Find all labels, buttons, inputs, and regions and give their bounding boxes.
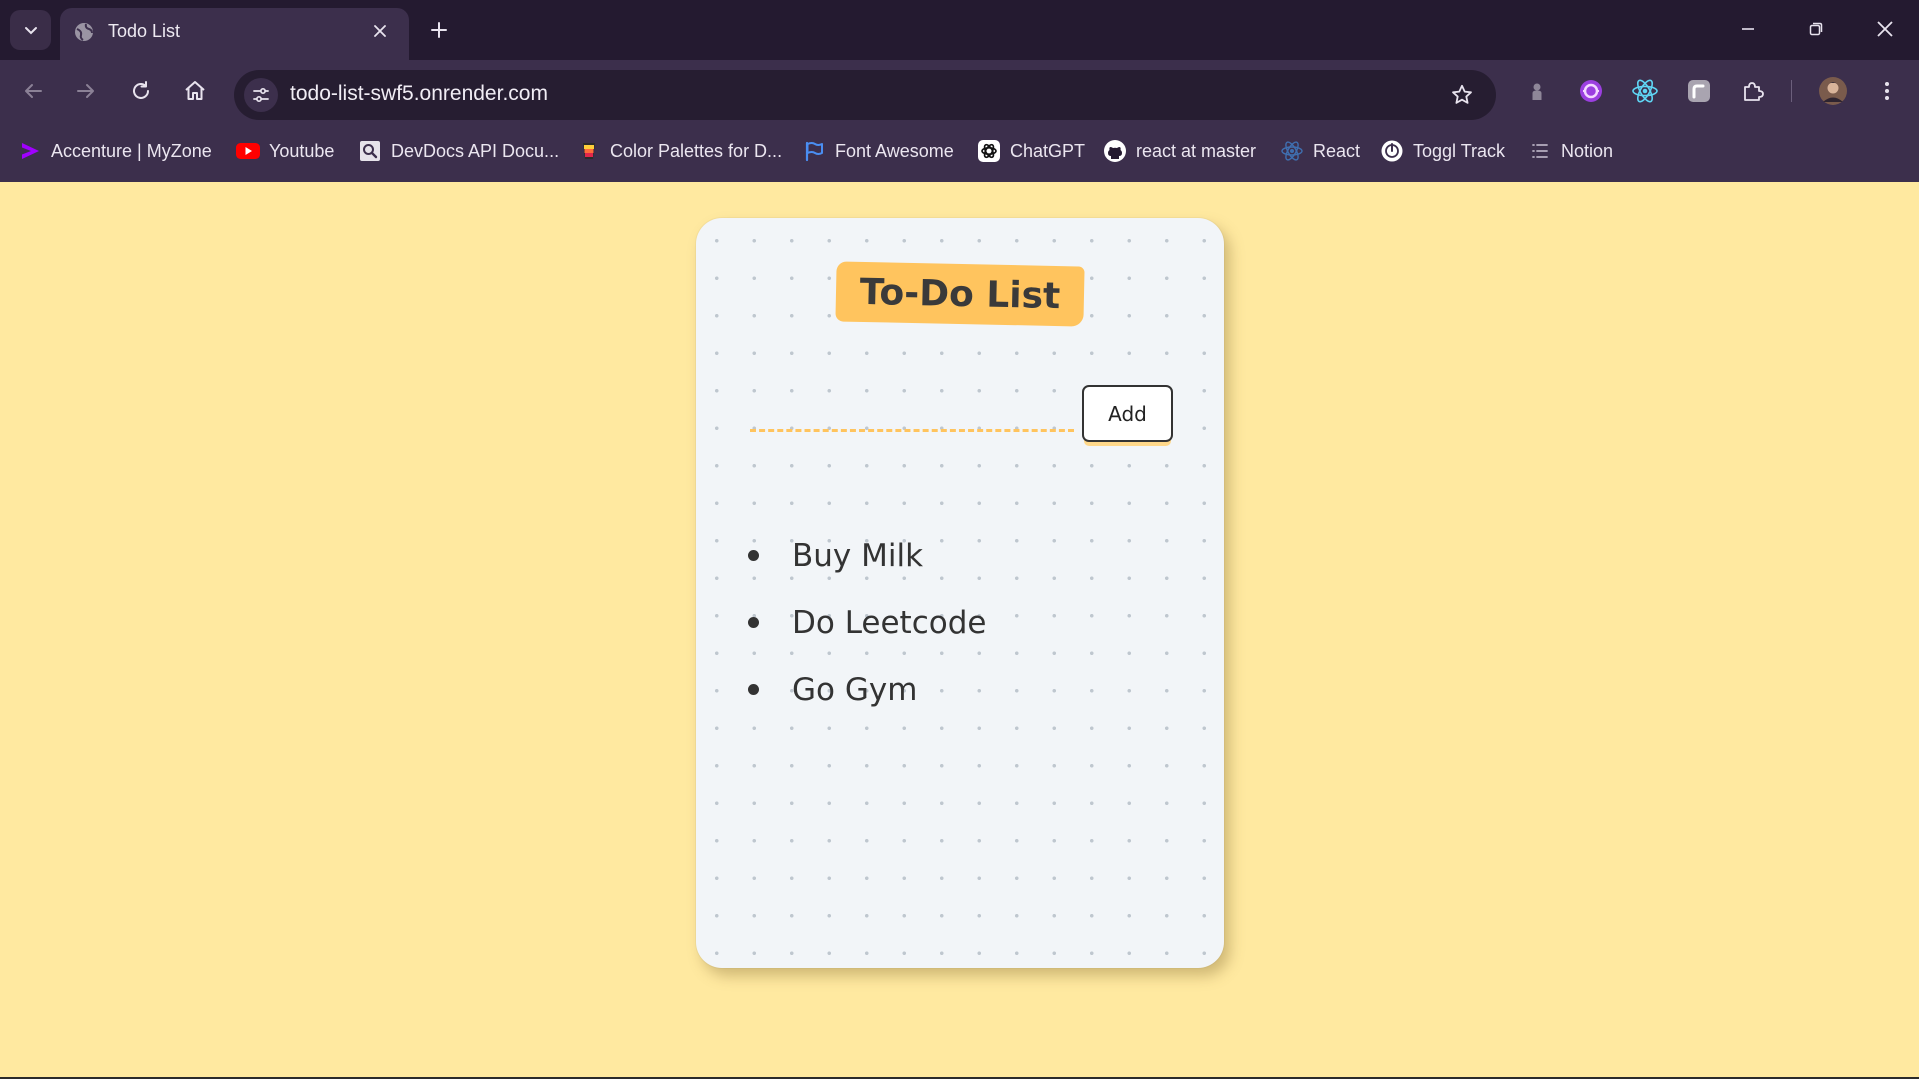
tab-close-button[interactable] [369,20,391,42]
minimize-icon [1742,28,1754,30]
toggl-icon [1380,139,1404,163]
close-icon [374,25,386,37]
bullet [748,684,759,695]
devdocs-icon [358,139,382,163]
tab-search-button[interactable] [10,10,51,50]
home-icon [185,81,205,100]
bookmark-color-palettes[interactable]: Color Palettes for D... [577,136,782,166]
page-title: To-Do List [859,271,1061,317]
bookmark-label: React [1313,140,1361,161]
bookmark-youtube[interactable]: Youtube [236,136,334,166]
minimize-button[interactable] [1733,14,1763,44]
new-tab-button[interactable] [425,16,453,44]
browser-tab-bar: Todo List [0,0,1919,60]
bookmark-label: Toggl Track [1413,140,1506,161]
bookmark-chatgpt[interactable]: ChatGPT [977,136,1085,166]
bookmark-star-button[interactable] [1448,81,1476,109]
kebab-menu-icon [1885,82,1889,100]
purple-extension-icon [1580,80,1602,102]
accenture-icon [18,139,42,163]
star-icon [1452,84,1472,104]
gray-extension-icon [1688,80,1710,102]
address-bar[interactable]: todo-list-swf5.onrender.com [234,70,1496,120]
todo-item-text: Do Leetcode [792,604,987,641]
browser-toolbar: todo-list-swf5.onrender.com [0,60,1919,121]
close-window-button[interactable] [1870,14,1900,44]
extension-button[interactable] [1684,76,1714,106]
bookmark-label: Notion [1561,140,1614,161]
bookmark-label: Youtube [269,140,335,161]
extension-button[interactable] [1522,76,1552,106]
forward-button[interactable] [71,76,101,106]
todo-list: Buy Milk Do Leetcode Go Gym [744,522,1184,723]
plus-icon [431,22,447,38]
browser-menu-button[interactable] [1872,76,1902,106]
profile-button[interactable] [1818,76,1848,106]
home-button[interactable] [180,76,210,106]
todo-item-text: Go Gym [792,671,918,708]
bookmark-react-github[interactable]: react at master [1103,136,1256,166]
close-icon [1877,21,1893,37]
arrow-left-icon [25,84,42,98]
todo-item[interactable]: Buy Milk [744,522,1184,589]
todo-item[interactable]: Do Leetcode [744,589,1184,656]
bookmark-label: Color Palettes for D... [610,140,783,161]
arrow-right-icon [77,84,94,98]
extension-silhouette-icon [1532,83,1542,100]
restore-button[interactable] [1801,14,1831,44]
todo-item[interactable]: Go Gym [744,656,1184,723]
toolbar-divider [1791,80,1792,102]
bullet [748,550,759,561]
bookmark-react[interactable]: React [1280,136,1360,166]
github-icon [1103,139,1127,163]
reload-icon [133,81,149,99]
flag-icon [802,139,826,163]
bookmark-label: Font Awesome [835,140,954,161]
list-icon [1528,139,1552,163]
bullet [748,617,759,628]
browser-tab[interactable]: Todo List [60,8,409,60]
bookmark-label: Accenture | MyZone [51,140,212,161]
restore-icon [1809,22,1823,36]
extension-button[interactable] [1576,76,1606,106]
site-info-button[interactable] [244,78,278,112]
bookmarks-bar: Accenture | MyZone Youtube DevDocs API D… [0,121,1919,182]
bookmark-label: react at master [1136,140,1257,161]
tune-icon [253,87,269,103]
bookmark-font-awesome[interactable]: Font Awesome [802,136,954,166]
extension-button[interactable] [1630,76,1660,106]
globe-icon [75,23,93,41]
bookmark-notion[interactable]: Notion [1528,136,1613,166]
add-button[interactable]: Add [1082,385,1173,442]
bookmark-label: ChatGPT [1010,140,1086,161]
tab-title: Todo List [108,21,181,41]
extensions-menu-button[interactable] [1738,76,1768,106]
bookmark-devdocs[interactable]: DevDocs API Docu... [358,136,559,166]
todo-item-text: Buy Milk [792,537,924,574]
react-icon [1280,139,1304,163]
todo-input[interactable] [750,388,1074,432]
url-text: todo-list-swf5.onrender.com [290,82,548,105]
chevron-down-icon [24,27,37,35]
todo-card: To-Do List Add Buy Milk Do Leetcode Go G… [696,218,1224,968]
avatar [1819,77,1847,105]
react-devtools-icon [1632,79,1658,103]
reload-button[interactable] [126,76,156,106]
back-button[interactable] [18,76,48,106]
title-highlight: To-Do List [835,261,1085,327]
chatgpt-icon [977,139,1001,163]
color-palettes-icon [577,139,601,163]
youtube-icon [236,139,260,163]
bookmark-label: DevDocs API Docu... [391,140,560,161]
puzzle-icon [1744,82,1764,101]
bookmark-toggl[interactable]: Toggl Track [1380,136,1505,166]
bookmark-accenture[interactable]: Accenture | MyZone [18,136,212,166]
